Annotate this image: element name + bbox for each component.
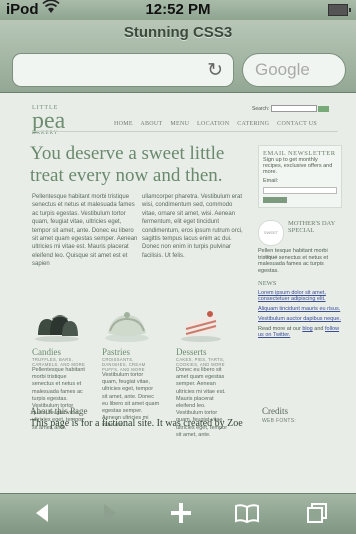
status-bar: iPod 12:52 PM xyxy=(0,0,356,20)
add-icon[interactable] xyxy=(170,502,192,528)
mothers-day-title: MOTHER'S DAY SPECIAL xyxy=(288,220,336,234)
web-content[interactable]: LITTLE pea BAKERY Search: HOME ABOUT MEN… xyxy=(0,93,356,493)
safari-toolbar xyxy=(0,493,356,534)
forward-icon[interactable] xyxy=(100,502,120,528)
site-search: Search: xyxy=(252,105,330,112)
newsletter-title: EMAIL NEWSLETTER xyxy=(263,150,336,157)
battery-icon xyxy=(328,4,351,16)
page-title: Stunning CSS3 xyxy=(123,24,233,41)
category-subtitle: CAKES, PIES, TARTS, COOKIES, AND MORE xyxy=(176,357,225,367)
nav-home[interactable]: HOME xyxy=(114,121,133,127)
news-link-2[interactable]: Aliquam tincidunt mauris eu risus. xyxy=(258,306,342,312)
divider xyxy=(32,131,338,132)
site-search-input[interactable] xyxy=(270,105,317,112)
sweet-deals-badge: SWEET DEALS xyxy=(258,220,284,259)
category-name: Pastries xyxy=(102,347,130,357)
nav-catering[interactable]: CATERING xyxy=(237,121,269,127)
bookmarks-icon[interactable] xyxy=(234,502,260,528)
pages-icon[interactable] xyxy=(306,502,328,528)
site-search-button[interactable] xyxy=(318,105,330,112)
newsletter-box: EMAIL NEWSLETTER Sign up to get monthly … xyxy=(258,145,342,208)
category-subtitle: TRUFFLES, BARS, CARAMELS, AND MORE xyxy=(32,357,86,367)
cake-icon xyxy=(176,305,222,343)
reload-icon[interactable]: ↻ xyxy=(207,59,223,82)
nav-contact[interactable]: CONTACT US xyxy=(277,121,317,127)
candy-icon xyxy=(32,305,79,343)
newsletter-text: Sign up to get monthly recipes, exclusiv… xyxy=(263,157,333,175)
back-icon[interactable] xyxy=(32,502,52,528)
mothers-day-promo: SWEET DEALS MOTHER'S DAY SPECIAL Pellen … xyxy=(258,218,342,280)
hero-headline: You deserve a sweet little treat every n… xyxy=(30,143,225,186)
nav-about[interactable]: ABOUT xyxy=(140,121,162,127)
nav-location[interactable]: LOCATION xyxy=(197,121,229,127)
credits-text: WEB FONTS: xyxy=(262,418,297,424)
news-link-3[interactable]: Vestibulum auctor dapibus neque. xyxy=(258,316,342,322)
safari-chrome: Stunning CSS3 ↻ Google xyxy=(0,20,356,93)
nav-menu[interactable]: MENU xyxy=(170,121,189,127)
intro-column-2: ullamcorper pharetra. Vestibulum erat wi… xyxy=(142,194,243,259)
blog-link[interactable]: blog xyxy=(302,326,312,332)
category-pastries[interactable]: Pastries CROISSANTS, DANISHES, CREAM PUF… xyxy=(102,305,160,430)
intro-column-1: Pellentesque habitant morbi tristique se… xyxy=(32,194,138,268)
about-title: About this Page xyxy=(30,406,88,416)
search-field[interactable]: Google xyxy=(242,53,346,87)
credits-title: Credits xyxy=(262,406,288,416)
newsletter-submit-button[interactable] xyxy=(263,197,287,203)
pastry-icon xyxy=(102,305,149,343)
mothers-day-text: Pellen tesque habitant morbi tristique s… xyxy=(258,248,329,274)
category-subtitle: CROISSANTS, DANISHES, CREAM PUFFS, AND M… xyxy=(102,357,146,372)
news-link-1[interactable]: Lorem ipsum dolor sit amet, consectetuer… xyxy=(258,290,342,302)
clock: 12:52 PM xyxy=(145,1,211,18)
news-footer: Read more at our blog and follow us on T… xyxy=(258,326,340,338)
category-name: Candies xyxy=(32,347,61,357)
news-title: NEWS xyxy=(258,280,277,287)
sidebar: EMAIL NEWSLETTER Sign up to get monthly … xyxy=(258,145,342,338)
newsletter-email-label: Email: xyxy=(263,178,279,184)
site-nav: HOME ABOUT MENU LOCATION CATERING CONTAC… xyxy=(114,121,323,127)
about-text: This page is for a fictional site. It wa… xyxy=(30,418,243,429)
address-bar[interactable]: ↻ xyxy=(12,53,234,87)
newsletter-email-input[interactable] xyxy=(263,187,337,194)
category-name: Desserts xyxy=(176,347,207,357)
news-section: NEWS Lorem ipsum dolor sit amet, consect… xyxy=(258,280,342,338)
